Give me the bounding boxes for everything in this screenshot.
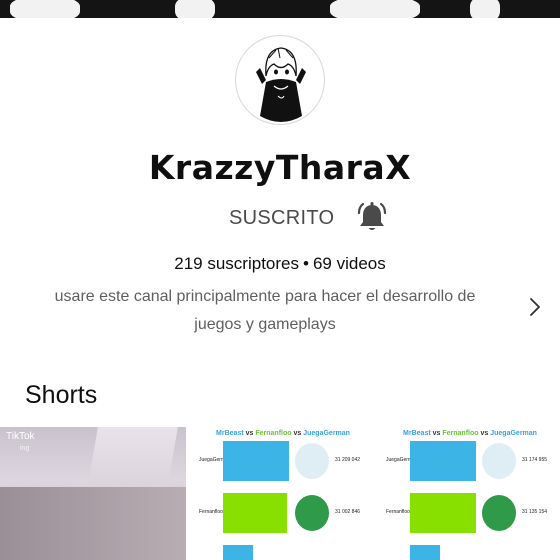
- channel-stats: 219 suscriptores • 69 videos: [0, 254, 560, 274]
- description-line-1: usare este canal principalmente para hac…: [54, 288, 476, 305]
- row-label: Fernanfloo: [199, 509, 223, 515]
- video-count: 69 videos: [312, 254, 386, 273]
- comparison-row: [193, 545, 373, 560]
- comparison-bar: [410, 545, 440, 560]
- comparison-bar: [223, 493, 287, 533]
- comparison-row: Fernanfloo 31 002 846: [193, 493, 373, 533]
- thumbnail-background: [0, 487, 186, 560]
- comparison-row: Fernanfloo 31 135 154: [380, 493, 560, 533]
- row-value: 31 209 042: [335, 457, 361, 463]
- avatar-drawing: [256, 47, 306, 122]
- channel-avatar[interactable]: [235, 35, 325, 125]
- comparison-row: [380, 545, 560, 560]
- subscribed-button[interactable]: SUSCRITO: [229, 207, 334, 230]
- stats-separator: •: [303, 254, 309, 273]
- tiktok-watermark: TikTok: [6, 431, 35, 442]
- comparison-bar: [410, 493, 476, 533]
- avatar: [295, 443, 329, 479]
- short-thumbnail[interactable]: MrBeast vs Fernanfloo vs JuegaGerman Jue…: [193, 427, 373, 560]
- channel-description[interactable]: usare este canal principalmente para hac…: [14, 283, 516, 339]
- comparison-bar: [410, 441, 476, 481]
- row-label: Fernanfloo: [386, 509, 410, 515]
- row-value: 31 135 154: [522, 509, 548, 515]
- avatar: [295, 495, 329, 531]
- row-value: 31 002 846: [335, 509, 361, 515]
- avatar: [482, 495, 516, 531]
- notifications-bell-icon[interactable]: [356, 201, 388, 235]
- tiktok-handle: ing: [20, 445, 30, 452]
- short-thumbnail[interactable]: TikTok ing: [0, 427, 186, 560]
- row-value: 31 174 955: [522, 457, 548, 463]
- comparison-row: JuegaGerman 31 174 955: [380, 441, 560, 481]
- comparison-title: MrBeast vs Fernanfloo vs JuegaGerman: [216, 430, 350, 437]
- avatar: [482, 443, 516, 479]
- comparison-bar: [223, 441, 289, 481]
- channel-banner: [0, 0, 560, 18]
- comparison-title: MrBeast vs Fernanfloo vs JuegaGerman: [403, 430, 537, 437]
- comparison-bar: [223, 545, 253, 560]
- subscriber-count: 219 suscriptores: [174, 254, 299, 273]
- comparison-row: JuegaGerman 31 209 042: [193, 441, 373, 481]
- description-line-2: juegos y gameplays: [194, 316, 336, 333]
- channel-name: KrazzyTharaX: [148, 148, 412, 187]
- shorts-section-title: Shorts: [25, 381, 98, 409]
- chevron-right-icon[interactable]: [525, 295, 545, 319]
- short-thumbnail[interactable]: MrBeast vs Fernanfloo vs JuegaGerman Jue…: [380, 427, 560, 560]
- subscription-controls: SUSCRITO: [229, 198, 388, 238]
